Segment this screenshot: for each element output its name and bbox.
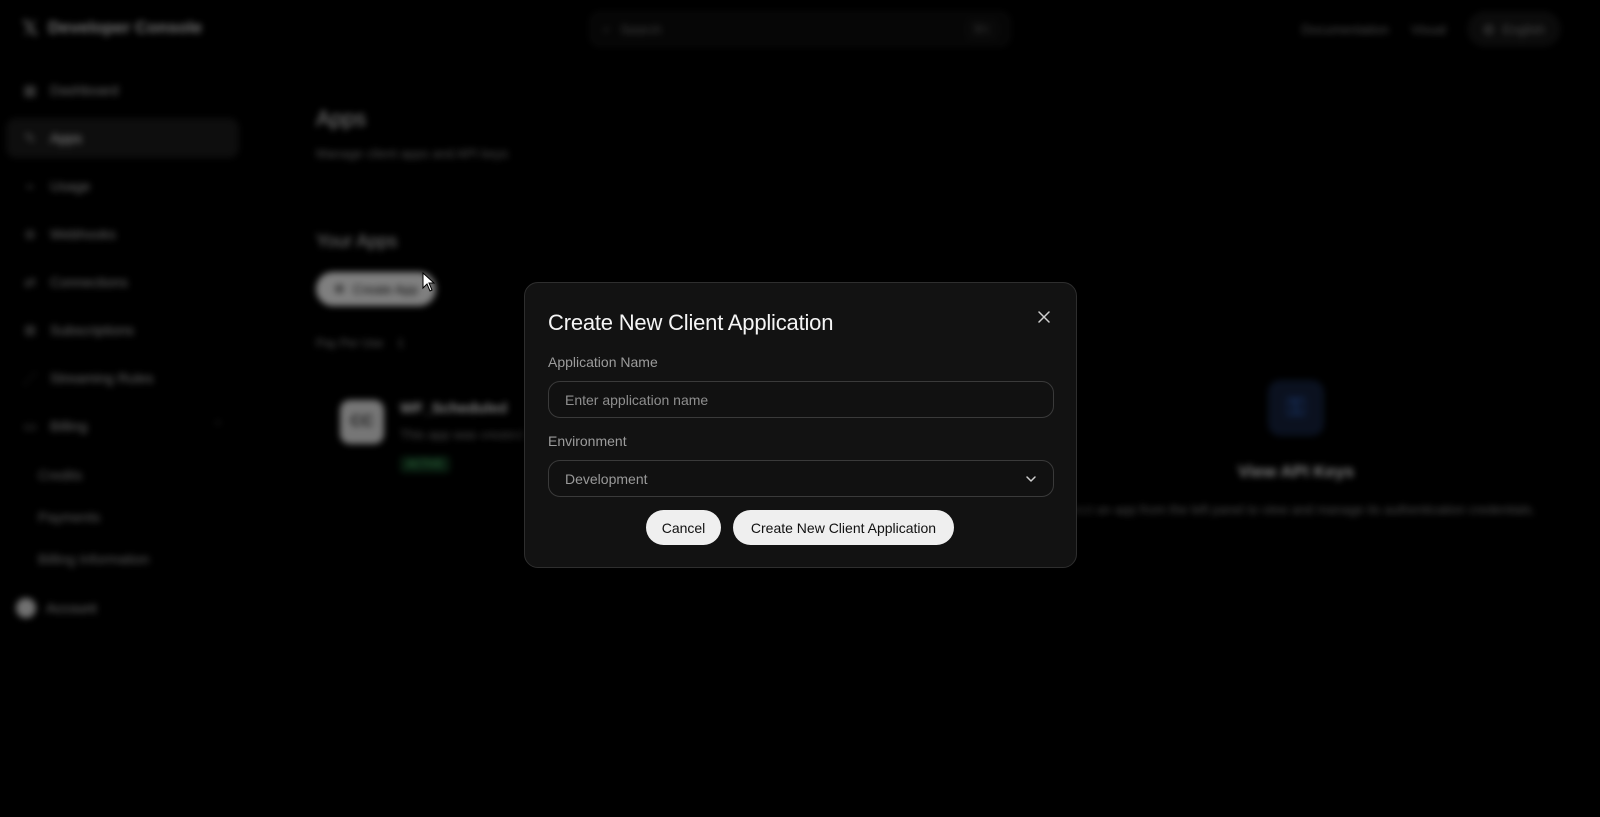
status-badge: ACTIVE	[400, 456, 451, 473]
search-bar[interactable]: ⌕ Search ⌘K	[590, 12, 1010, 46]
top-bar: 𝕏 Developer Console ⌕ Search ⌘K Document…	[0, 0, 1600, 56]
sidebar-item-label: Dashboard	[50, 82, 119, 98]
modal-title: Create New Client Application	[548, 310, 834, 335]
page-title: Apps	[316, 106, 367, 131]
sidebar-item-label: Usage	[50, 178, 91, 194]
sidebar-item-streaming-rules[interactable]: ⋰ Streaming Rules	[6, 358, 239, 398]
sidebar-item-label: Billing	[50, 418, 88, 434]
language-label: English	[1502, 21, 1545, 37]
create-app-label: Create App	[352, 281, 418, 297]
x-logo-icon: 𝕏	[22, 16, 39, 40]
page: 𝕏 Developer Console ⌕ Search ⌘K Document…	[0, 0, 1600, 817]
api-keys-panel: ⚿ View API Keys Select an app from the l…	[1056, 380, 1536, 520]
create-client-app-modal: Create New Client Application Applicatio…	[524, 282, 1077, 568]
sidebar-item-usage[interactable]: ⌁ Usage	[6, 166, 239, 206]
sidebar-item-label: Subscriptions	[50, 322, 135, 338]
sidebar-item-label: Connections	[50, 274, 128, 290]
environment-value: Development	[565, 470, 648, 487]
link-icon: ⇄	[24, 273, 36, 290]
sidebar-item-apps[interactable]: ✎ Apps	[6, 118, 239, 158]
close-button[interactable]	[1034, 307, 1054, 327]
top-links: Documentation Visual ◍ English	[1301, 12, 1560, 46]
application-name-label: Application Name	[548, 354, 658, 370]
cancel-button[interactable]: Cancel	[646, 510, 721, 545]
key-icon: ⚿	[1268, 380, 1324, 436]
sidebar-item-label: Webhooks	[50, 226, 116, 242]
webhook-icon: ⊛	[24, 225, 36, 242]
nav-link-documentation[interactable]: Documentation	[1301, 22, 1388, 37]
subscriptions-icon: ⊠	[24, 321, 36, 338]
app-description: This app was created	[400, 427, 524, 442]
sidebar-account[interactable]: Account	[0, 586, 245, 630]
sidebar-item-billing[interactable]: ▭ Billing ⌃	[6, 406, 239, 446]
tier-label: Pay Per Use	[316, 336, 384, 350]
tier-count: 1	[397, 336, 405, 350]
create-app-button[interactable]: ⊕ Create App	[316, 272, 436, 306]
nav-link-visual[interactable]: Visual	[1411, 22, 1446, 37]
language-selector[interactable]: ◍ English	[1468, 12, 1560, 46]
api-keys-title: View API Keys	[1237, 462, 1355, 481]
environment-select[interactable]: Development	[548, 460, 1054, 497]
sidebar-item-label: Apps	[50, 130, 82, 146]
brand[interactable]: 𝕏 Developer Console	[22, 16, 202, 40]
grid-icon: ▦	[23, 81, 37, 98]
chart-icon: ⌁	[25, 177, 35, 194]
close-icon	[1038, 311, 1050, 323]
sidebar: ▦ Dashboard ✎ Apps ⌁ Usage ⊛ Webhooks ⇄ Conne…	[0, 70, 245, 630]
api-keys-description: Select an app from the left panel to vie…	[1056, 502, 1536, 517]
globe-icon: ◍	[1483, 21, 1495, 36]
sidebar-subitem-billing-information[interactable]: Billing Information	[0, 538, 245, 580]
sidebar-item-subscriptions[interactable]: ⊠ Subscriptions	[6, 310, 239, 350]
environment-label: Environment	[548, 433, 627, 449]
app-name: WF_Scheduled	[400, 400, 508, 417]
sidebar-subitem-payments[interactable]: Payments	[0, 496, 245, 538]
avatar	[16, 598, 36, 618]
sidebar-item-webhooks[interactable]: ⊛ Webhooks	[6, 214, 239, 254]
chevron-down-icon	[1026, 475, 1036, 482]
search-shortcut: ⌘K	[966, 20, 997, 38]
section-title: Your Apps	[316, 231, 398, 251]
chevron-up-icon: ⌃	[212, 419, 223, 433]
account-label: Account	[46, 600, 97, 616]
wrench-icon: ✎	[24, 129, 36, 146]
page-subtitle: Manage client apps and API keys	[316, 146, 509, 161]
billing-icon: ▭	[23, 417, 37, 434]
sidebar-item-label: Streaming Rules	[50, 370, 154, 386]
brand-title: Developer Console	[48, 18, 203, 37]
sidebar-item-dashboard[interactable]: ▦ Dashboard	[6, 70, 239, 110]
search-icon: ⌕	[603, 21, 611, 36]
search-placeholder: Search	[620, 21, 662, 37]
app-card[interactable]: CC WF_Scheduled This app was created ACT…	[340, 400, 524, 473]
application-name-input[interactable]	[548, 381, 1054, 418]
stream-icon: ⋰	[23, 369, 37, 386]
sidebar-item-connections[interactable]: ⇄ Connections	[6, 262, 239, 302]
plus-icon: ⊕	[334, 281, 345, 296]
mouse-cursor-icon	[422, 272, 436, 292]
app-logo: CC	[340, 400, 384, 444]
create-client-application-button[interactable]: Create New Client Application	[733, 510, 954, 545]
sidebar-subitem-credits[interactable]: Credits	[0, 454, 245, 496]
